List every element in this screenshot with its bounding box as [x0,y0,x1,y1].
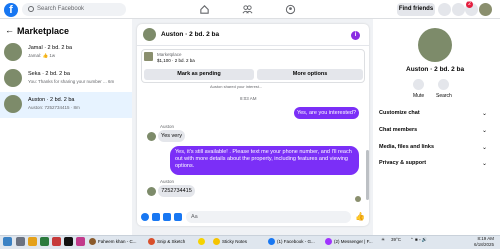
thumbs-up-icon[interactable]: 👍 [355,212,365,221]
home-icon[interactable] [199,4,210,15]
message-timestamp: 8:03 AM [240,96,257,101]
sender-name: Auston [160,124,175,129]
taskbar-app[interactable]: Faheem khan - C... [89,236,137,248]
more-options-button[interactable]: More options [257,69,363,80]
gif-icon[interactable] [174,213,182,221]
taskbar-app[interactable]: (1) Facebook - G... [268,236,315,248]
avatar[interactable] [418,28,452,62]
chevron-down-icon[interactable]: ⌄ [482,144,487,151]
conversation-name: Jamal · 2 bd. 2 ba [28,45,73,51]
mute-label: Mute [413,93,425,99]
scrollbar[interactable] [366,150,369,200]
listing-thumbnail[interactable] [144,52,153,61]
conversation-preview: You: Thanks for sharing your number ... … [28,79,115,84]
system-message: Auston shared your interest... [210,84,263,89]
customize-chat-section[interactable]: Customize chat [379,110,420,116]
taskbar-app[interactable]: Sticky Notes [213,236,247,248]
search-icon [28,6,34,12]
avatar [147,132,156,141]
message-bubble-received[interactable]: Yes very [158,130,185,142]
message-bubble-sent[interactable]: Yes, are you interested? [294,107,359,119]
message-bubble-received[interactable]: 7252734415 [158,185,195,197]
friends-icon[interactable] [242,4,253,15]
sender-name: Auston [160,179,175,184]
instagram-icon[interactable] [76,237,85,246]
taskbar-app[interactable]: (2) Messenger | F... [325,236,373,248]
chevron-down-icon[interactable]: ⌄ [482,160,487,167]
groups-icon[interactable] [285,4,296,15]
back-arrow-icon[interactable]: ← [5,25,14,35]
conversation-name: Seka · 2 bd. 2 ba [28,71,70,77]
search-label: Search [436,93,452,99]
conversation-name: Auston · 2 bd. 2 ba [28,97,75,103]
avatar [4,69,22,87]
search-icon[interactable] [438,79,449,90]
taskbar-app[interactable] [198,236,207,248]
start-icon[interactable] [3,237,12,246]
file-explorer-icon[interactable] [28,237,37,246]
conversation-preview: Auston: 7252734415 · 8m [28,105,80,110]
find-friends-button[interactable]: Find friends [397,3,435,16]
taskbar-app[interactable]: Snip & Sketch [148,236,185,248]
conversation-preview: Jamal: 👍 1w [28,53,56,58]
avatar [4,95,22,113]
menu-icon[interactable] [438,3,451,16]
facebook-logo[interactable]: f [4,3,18,17]
search-icon[interactable] [16,237,25,246]
avatar [147,187,156,196]
messenger-icon[interactable] [452,3,465,16]
contact-name: Auston · 2 bd. 2 ba [406,66,465,73]
chevron-down-icon[interactable]: ⌄ [482,127,487,134]
mute-bell-icon[interactable] [413,79,424,90]
app-icon[interactable] [64,237,73,246]
chevron-down-icon[interactable]: ⌄ [482,110,487,117]
weather-temperature[interactable]: 39°C [391,237,401,242]
app-icon[interactable] [52,237,61,246]
mark-pending-button[interactable]: Mark as pending [144,69,254,80]
chat-members-section[interactable]: Chat members [379,127,417,133]
app-icon[interactable] [40,237,49,246]
notification-badge: 2 [466,1,473,8]
clock-date: 6/18/2025 [474,241,495,247]
chat-title[interactable]: Auston · 2 bd. 2 ba [161,31,219,38]
read-receipt-avatar [355,196,361,202]
weather-icon[interactable]: ☀ [381,237,385,243]
more-info-icon[interactable]: i [351,31,360,40]
tray-icons[interactable]: ⌃ ■ ▫ 🔊 [410,237,427,243]
avatar[interactable] [143,28,156,41]
message-input[interactable]: Aa [186,211,351,223]
media-files-section[interactable]: Media, files and links [379,144,434,150]
clock-time: 8:19 AM [477,236,495,241]
listing-label: Marketplace [157,52,182,57]
image-icon[interactable] [152,213,160,221]
search-input[interactable]: Search Facebook [22,3,126,16]
avatar [4,43,22,61]
sticker-icon[interactable] [163,213,171,221]
clock[interactable]: 8:19 AM 6/18/2025 [474,236,494,247]
add-icon[interactable] [141,213,149,221]
listing-price: $1,100 · 2 bd. 2 ba [157,58,195,63]
page-title: Marketplace [17,26,70,36]
privacy-support-section[interactable]: Privacy & support [379,160,426,166]
account-avatar[interactable] [479,3,492,16]
message-bubble-sent[interactable]: Yes, it's still available! . Please text… [170,146,359,175]
